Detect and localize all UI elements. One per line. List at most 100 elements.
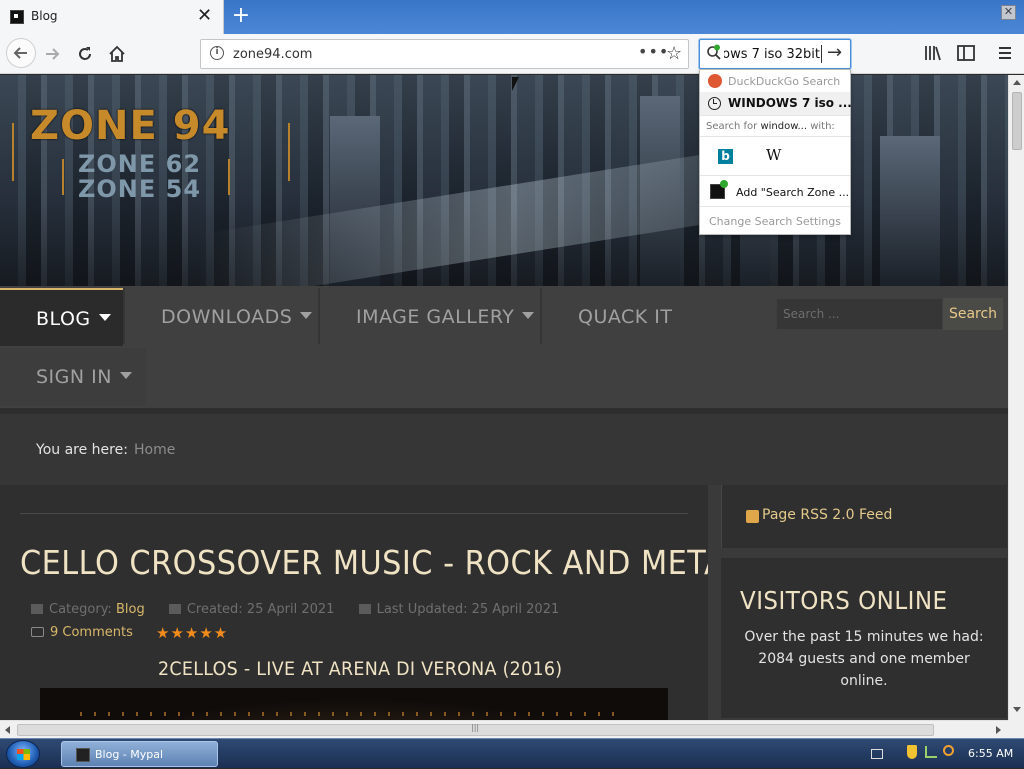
window-close-button[interactable]: ✕ [1001,5,1016,20]
article-title[interactable]: CELLO CROSSOVER MUSIC - ROCK AND METAL [20,543,743,582]
hamburger-menu-icon [999,47,1011,59]
one-off-engines: b W [700,136,850,176]
scroll-thumb[interactable] [1012,92,1022,150]
menu-item-quack-it[interactable]: QUACK IT [542,288,692,346]
site-search-placeholder: Search ... [783,307,840,321]
site-logo-second: ZONE 62 [78,150,202,178]
caret-down-icon [119,372,132,379]
forward-button[interactable] [38,40,66,68]
change-search-settings-button[interactable]: Change Search Settings [700,206,850,234]
category-link[interactable]: Blog [116,602,145,617]
reload-icon [79,47,91,60]
caret-down-icon [98,314,111,321]
scroll-down-arrow-icon[interactable] [1013,707,1021,712]
add-engine-label: Add "Search Zone ... [736,186,850,199]
browser-app-icon [76,748,90,762]
scroll-right-arrow-icon[interactable] [996,726,1001,734]
wikipedia-engine-icon[interactable]: W [766,146,781,164]
tab-blog[interactable]: Blog ✕ [0,0,224,34]
search-tray-icon[interactable] [943,745,954,756]
home-button[interactable] [103,40,131,68]
site-info-icon[interactable]: i [210,46,224,60]
article-meta: Category: Blog Created: 25 April 2021 La… [31,602,559,617]
history-clock-icon [708,97,721,110]
comment-icon [31,627,44,637]
menu-item-downloads[interactable]: DOWNLOADS [125,288,318,346]
search-engine-icon[interactable] [706,44,722,60]
article-area: CELLO CROSSOVER MUSIC - ROCK AND METAL C… [0,485,742,720]
menu-item-image-gallery[interactable]: IMAGE GALLERY [320,288,540,346]
vertical-scrollbar[interactable] [1008,75,1024,720]
scroll-up-arrow-icon[interactable] [1013,80,1021,85]
reload-button[interactable] [71,40,99,68]
page-actions-menu-icon[interactable]: ••• [638,42,669,61]
category-label: Category: [49,602,112,617]
url-bar[interactable]: i zone94.com ••• ☆ [200,39,689,69]
tab-strip: Blog ✕ + ✕ [0,0,1024,34]
duckduckgo-icon [708,74,722,88]
rss-feed-module: Page RSS 2.0 Feed [721,485,1007,548]
horizontal-scrollbar[interactable]: ||| [0,720,1008,738]
forward-arrow-icon [46,48,60,60]
library-button[interactable] [922,42,944,64]
home-icon [109,45,125,62]
folder-icon [31,604,43,614]
menu-item-blog[interactable]: BLOG [0,288,123,346]
tab-close-icon[interactable]: ✕ [197,6,212,26]
menu-item-label: IMAGE GALLERY [356,306,515,328]
engine-label: DuckDuckGo Search [728,75,841,88]
windows-logo-icon [17,749,30,760]
scroll-left-arrow-icon[interactable] [5,726,10,734]
bing-engine-icon[interactable]: b [718,149,733,164]
text-cursor [821,45,822,63]
comments-link[interactable]: 9 Comments [31,625,133,640]
add-engine-icon [710,180,728,199]
taskbar-item-label: Blog - Mypal [95,748,164,761]
banner-building [880,136,940,286]
search-go-arrow-icon[interactable]: → [827,42,842,63]
tab-title: Blog [31,9,58,23]
clock[interactable]: 6:55 AM [968,747,1013,760]
scrollbar-corner [1008,720,1024,738]
bookmark-star-icon[interactable]: ☆ [666,43,682,64]
breadcrumb-current: Home [134,442,176,458]
start-button[interactable] [6,740,40,768]
network-icon[interactable] [925,746,937,758]
search-query-input[interactable]: windows 7 iso 32bit [724,47,820,62]
calendar-icon [168,604,181,614]
embedded-video[interactable] [40,688,668,720]
search-for-with-label: Search for window... with: [700,115,850,135]
rating-stars[interactable]: ★★★★★ [156,624,228,642]
taskbar-item-browser[interactable]: Blog - Mypal [61,741,218,767]
created-date: Created: 25 April 2021 [186,602,335,617]
library-icon [925,46,941,61]
site-search-button[interactable]: Search [943,298,1003,330]
menu-item-sign-in[interactable]: SIGN IN [0,348,146,406]
menu-item-label: SIGN IN [36,366,112,388]
menu-item-label: QUACK IT [578,306,673,328]
navigation-toolbar: i zone94.com ••• ☆ windows 7 iso 32bit → [0,34,1024,74]
windows-taskbar: Blog - Mypal 6:55 AM [0,738,1024,768]
history-suggestion-text: WINDOWS 7 iso ... [728,96,852,110]
security-shield-icon[interactable] [907,745,917,759]
main-menu-button[interactable] [994,42,1016,64]
new-tab-button[interactable]: + [229,2,253,30]
keyboard-icon[interactable] [871,749,883,759]
history-suggestion-item[interactable]: WINDOWS 7 iso ... [700,92,852,115]
site-favicon-icon [10,10,24,24]
back-arrow-icon [13,47,27,59]
scroll-grip-icon: ||| [471,723,480,732]
site-logo-main[interactable]: ZONE 94 [30,103,230,149]
add-search-engine-item[interactable]: Add "Search Zone ... [700,177,850,205]
search-for-prefix: Search for [706,121,761,132]
url-text[interactable]: zone94.com [233,47,312,62]
menu-item-label: DOWNLOADS [161,306,293,328]
rss-feed-link[interactable]: Page RSS 2.0 Feed [762,507,892,523]
search-for-suffix: with: [807,121,835,132]
back-button[interactable] [6,38,36,68]
search-bar[interactable]: windows 7 iso 32bit → [699,39,851,69]
change-settings-label: Change Search Settings [708,215,842,228]
sidebar-toggle-button[interactable] [955,42,977,64]
breadcrumb-label: You are here: [36,442,128,458]
site-search-input[interactable]: Search ... [776,298,943,330]
